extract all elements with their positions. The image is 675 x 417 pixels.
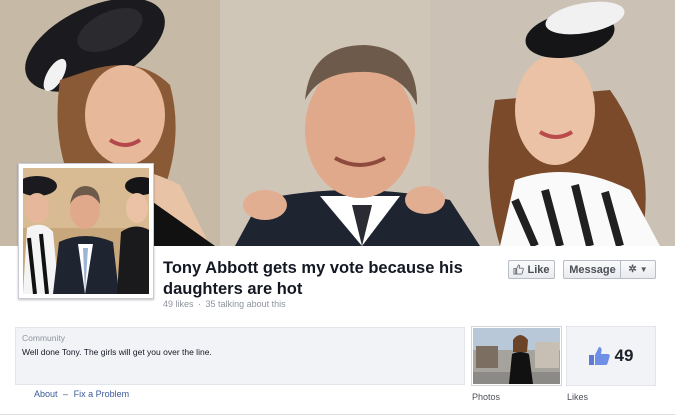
likes-count: 49 — [614, 346, 634, 365]
page-category: Community — [22, 333, 65, 343]
page-title[interactable]: Tony Abbott gets my vote because his dau… — [163, 258, 508, 300]
page-description: Well done Tony. The girls will get you o… — [22, 347, 212, 357]
thumbs-up-icon — [513, 264, 525, 275]
footer-links: About – Fix a Problem — [34, 389, 129, 399]
photos-thumbnail-image — [473, 328, 560, 384]
like-button-label: Like — [527, 263, 550, 276]
fix-a-problem-link[interactable]: Fix a Problem — [74, 389, 130, 399]
likes-stat: 49 likes — [163, 299, 194, 309]
divider — [0, 414, 675, 415]
profile-picture[interactable] — [18, 163, 154, 299]
photos-label[interactable]: Photos — [472, 392, 500, 402]
likes-label[interactable]: Likes — [567, 392, 588, 402]
like-button[interactable]: Like — [508, 260, 555, 279]
about-box: Community Well done Tony. The girls will… — [15, 327, 465, 385]
likes-box[interactable]: 49 — [566, 326, 656, 386]
gear-icon: ✲ — [628, 264, 637, 275]
talking-about-stat: 35 talking about this — [205, 299, 286, 309]
message-button-label: Message — [569, 263, 616, 276]
thumbs-up-icon — [588, 347, 610, 365]
page-stats: 49 likes · 35 talking about this — [163, 299, 286, 309]
chevron-down-icon: ▼ — [639, 265, 648, 274]
about-link[interactable]: About — [34, 389, 58, 399]
stats-separator: · — [198, 299, 202, 309]
settings-dropdown-button[interactable]: ✲ ▼ — [620, 260, 656, 279]
footer-separator: – — [63, 389, 69, 399]
message-button[interactable]: Message — [563, 260, 621, 279]
photos-thumbnail[interactable] — [471, 326, 562, 386]
profile-picture-image — [23, 168, 149, 294]
